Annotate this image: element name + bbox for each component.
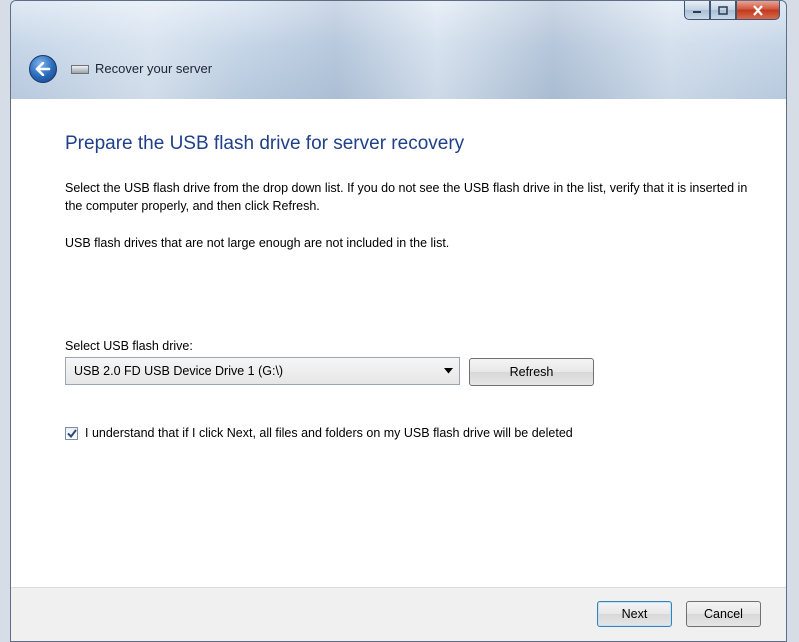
page-title: Prepare the USB flash drive for server r… bbox=[65, 133, 465, 154]
confirm-checkbox-label[interactable]: I understand that if I click Next, all f… bbox=[85, 426, 573, 440]
maximize-icon bbox=[718, 5, 728, 15]
close-icon bbox=[753, 4, 763, 16]
minimize-icon bbox=[693, 11, 701, 13]
wizard-footer: Next Cancel bbox=[11, 587, 786, 641]
select-value: USB 2.0 FD USB Device Drive 1 (G:\) bbox=[74, 364, 284, 378]
back-button[interactable] bbox=[29, 55, 57, 83]
usb-drive-select[interactable]: USB 2.0 FD USB Device Drive 1 (G:\) bbox=[65, 357, 460, 385]
wizard-window: Recover your server Prepare the USB flas… bbox=[10, 0, 787, 642]
close-button[interactable] bbox=[736, 1, 780, 20]
glass-background bbox=[11, 1, 786, 99]
caption-buttons bbox=[684, 1, 780, 21]
refresh-button[interactable]: Refresh bbox=[469, 358, 594, 386]
chevron-down-icon[interactable] bbox=[437, 368, 459, 374]
wizard-content: Prepare the USB flash drive for server r… bbox=[11, 99, 786, 587]
maximize-button[interactable] bbox=[710, 1, 736, 20]
instructions-text: Select the USB flash drive from the drop… bbox=[65, 181, 748, 213]
cancel-button[interactable]: Cancel bbox=[686, 601, 761, 627]
note-text: USB flash drives that are not large enou… bbox=[65, 236, 450, 250]
confirm-checkbox[interactable] bbox=[65, 427, 78, 440]
checkmark-icon bbox=[66, 429, 77, 438]
server-icon bbox=[71, 65, 89, 74]
minimize-button[interactable] bbox=[684, 1, 710, 20]
select-label: Select USB flash drive: bbox=[65, 339, 193, 353]
window-title: Recover your server bbox=[95, 61, 213, 76]
back-arrow-icon bbox=[35, 62, 51, 76]
next-button[interactable]: Next bbox=[597, 601, 672, 627]
